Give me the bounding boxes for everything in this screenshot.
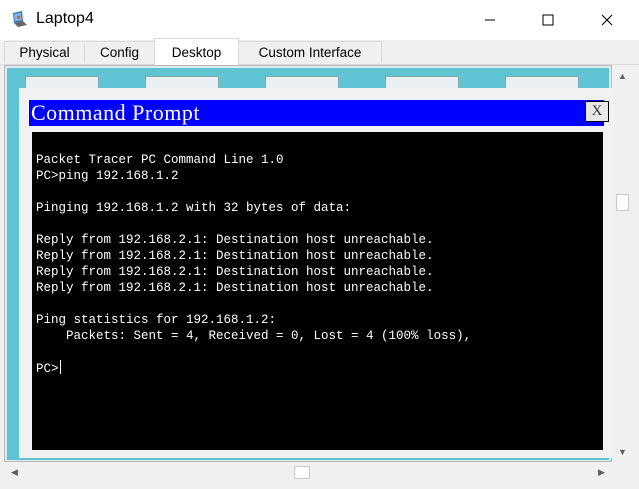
command-prompt-close-button[interactable]: X — [585, 101, 609, 122]
command-prompt-titlebar: Command Prompt X — [29, 100, 609, 126]
terminal-prompt: PC> — [36, 362, 59, 376]
tab-strip: Physical Config Desktop Custom Interface — [0, 38, 639, 65]
terminal-line: Packets: Sent = 4, Received = 0, Lost = … — [36, 329, 472, 343]
maximize-icon — [542, 14, 554, 26]
terminal-line: Ping statistics for 192.168.1.2: — [36, 313, 277, 327]
vertical-scroll-thumb[interactable] — [616, 194, 629, 211]
close-button[interactable] — [584, 0, 630, 40]
scroll-up-icon[interactable]: ▲ — [614, 67, 631, 84]
terminal-output[interactable]: Packet Tracer PC Command Line 1.0 PC>pin… — [32, 132, 603, 450]
scroll-left-icon[interactable]: ◀ — [6, 464, 23, 481]
window-title: Laptop4 — [36, 10, 94, 27]
tab-physical[interactable]: Physical — [4, 41, 85, 63]
tab-config[interactable]: Config — [84, 41, 155, 63]
terminal-line: Reply from 192.168.2.1: Destination host… — [36, 265, 434, 279]
horizontal-scroll-thumb[interactable] — [294, 466, 310, 479]
tab-desktop[interactable]: Desktop — [154, 38, 239, 65]
terminal-line: Pinging 192.168.1.2 with 32 bytes of dat… — [36, 201, 352, 215]
terminal-prompt-line[interactable]: PC> — [36, 360, 603, 376]
text-cursor — [59, 360, 61, 374]
packet-tracer-laptop-icon — [13, 11, 27, 27]
maximize-button[interactable] — [525, 0, 571, 40]
terminal-line: Reply from 192.168.2.1: Destination host… — [36, 281, 434, 295]
tab-custom-interface[interactable]: Custom Interface — [238, 41, 382, 63]
close-icon — [601, 14, 613, 26]
minimize-button[interactable] — [467, 0, 513, 40]
scrollbar-corner — [614, 464, 631, 481]
scroll-right-icon[interactable]: ▶ — [593, 464, 610, 481]
terminal-line: PC>ping 192.168.1.2 — [36, 169, 179, 183]
window-titlebar: Laptop4 — [0, 0, 639, 40]
terminal-line: Packet Tracer PC Command Line 1.0 — [36, 153, 284, 167]
vertical-scrollbar[interactable]: ▲ ▼ — [614, 65, 631, 462]
command-prompt-title: Command Prompt — [31, 100, 200, 125]
scroll-down-icon[interactable]: ▼ — [614, 443, 631, 460]
terminal-line: Reply from 192.168.2.1: Destination host… — [36, 249, 434, 263]
command-prompt-window: Command Prompt X Packet Tracer PC Comman… — [19, 88, 612, 458]
minimize-icon — [485, 19, 495, 21]
terminal-line: Reply from 192.168.2.1: Destination host… — [36, 233, 434, 247]
horizontal-scrollbar[interactable]: ◀ ▶ — [4, 464, 612, 481]
